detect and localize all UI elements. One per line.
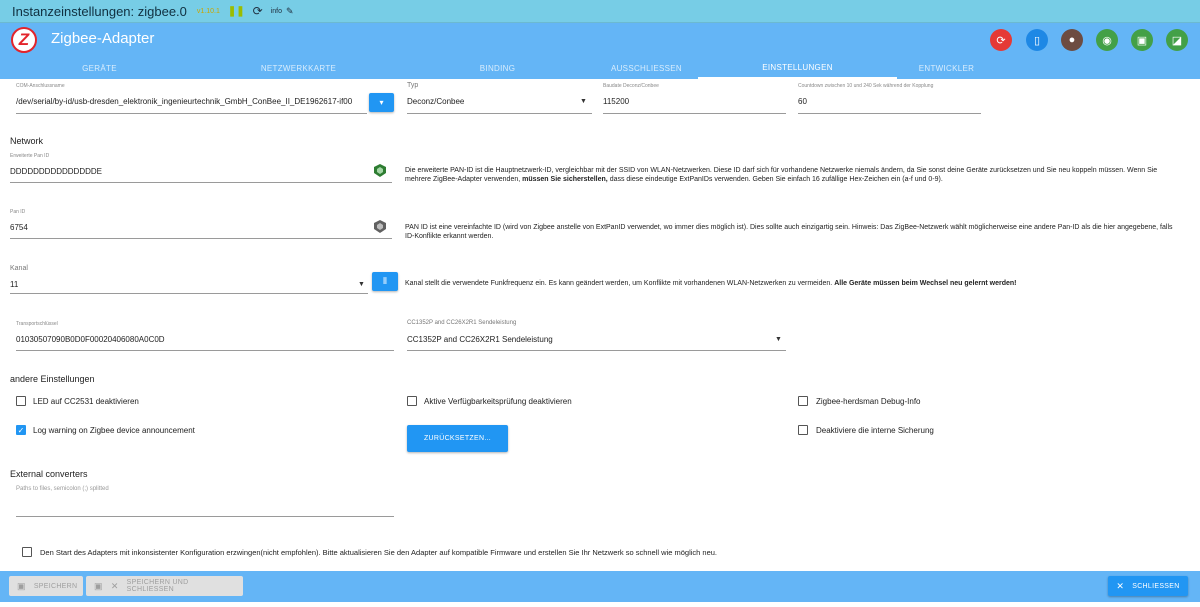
channel-label: Kanal — [10, 265, 28, 272]
power-select[interactable]: CC1352P and CC26X2R1 Sendeleistung — [407, 335, 553, 344]
edit-icon[interactable]: ✎ — [286, 6, 294, 17]
reload-icon[interactable]: ⟳ — [253, 4, 263, 18]
channel-description: Kanal stellt die verwendete Funkfrequenz… — [405, 280, 1017, 287]
phone-icon[interactable]: ▯ — [1026, 29, 1048, 51]
backup-checkbox-label: Deaktiviere die interne Sicherung — [816, 426, 934, 435]
com-select-button[interactable]: ▾ — [369, 93, 394, 112]
other-settings-heading: andere Einstellungen — [10, 374, 95, 384]
tab-geraete[interactable]: GERÄTE — [0, 58, 199, 79]
close-button[interactable]: ✕ SCHLIESSEN — [1108, 576, 1188, 596]
transport-key-label: Transportschlüssel — [16, 321, 58, 327]
led-checkbox[interactable] — [16, 396, 26, 406]
channel-select[interactable]: 11 — [10, 280, 18, 289]
network-heading: Network — [10, 136, 44, 146]
app-bar — [0, 23, 1200, 58]
led-checkbox-label: LED auf CC2531 deaktivieren — [33, 397, 139, 406]
pan-description: PAN ID ist eine vereinfachte ID (wird vo… — [405, 224, 1173, 240]
force-start-label: Den Start des Adapters mit inkonsistente… — [40, 548, 718, 557]
floppy-icon: ▣ — [94, 580, 103, 591]
signal-icon[interactable]: ◪ — [1166, 29, 1188, 51]
pause-icon[interactable]: ❚❚ — [228, 6, 245, 17]
reset-button[interactable]: ZURÜCKSETZEN... — [407, 425, 508, 452]
availability-checkbox-label: Aktive Verfügbarkeitsprüfung deaktiviere… — [424, 397, 572, 406]
tab-entwickler[interactable]: ENTWICKLER — [847, 58, 1046, 79]
availability-checkbox[interactable] — [407, 396, 417, 406]
save-and-close-button[interactable]: ▣ ✕ SPEICHERN UND SCHLIESSEN — [86, 576, 243, 596]
wifi-icon[interactable]: ◉ — [1096, 29, 1118, 51]
debug-checkbox[interactable] — [798, 396, 808, 406]
zigbee-logo: Z — [11, 27, 37, 53]
log-level-label[interactable]: info — [271, 8, 282, 15]
ext-pan-input[interactable]: DDDDDDDDDDDDDDDE — [10, 167, 102, 176]
close-icon: ✕ — [1116, 580, 1125, 591]
cookie-icon[interactable]: ● — [1061, 29, 1083, 51]
baud-label: Baudate Deconz/Conbee — [603, 83, 659, 89]
pan-input[interactable]: 6754 — [10, 223, 28, 232]
force-start-checkbox[interactable] — [22, 547, 32, 557]
baud-input[interactable]: 115200 — [603, 97, 629, 106]
chevron-down-icon[interactable]: ▼ — [580, 98, 587, 105]
debug-checkbox-label: Zigbee-herdsman Debug-Info — [816, 397, 921, 406]
chevron-down-icon[interactable]: ▼ — [775, 336, 782, 343]
tab-bar: GERÄTE NETZWERKKARTE BINDING AUSSCHLIESS… — [0, 58, 1200, 79]
settings-panel: COM-Anschlussname /dev/serial/by-id/usb-… — [0, 79, 1200, 571]
typ-select[interactable]: Deconz/Conbee — [407, 97, 464, 106]
ext-pan-description: Die erweiterte PAN-ID ist die Hauptnetzw… — [405, 167, 1158, 183]
backup-checkbox[interactable] — [798, 425, 808, 435]
logwarn-checkbox[interactable]: ✓ — [16, 425, 26, 435]
app-name: Zigbee-Adapter — [51, 30, 155, 47]
scan-channel-button[interactable]: ⦀ — [372, 272, 398, 291]
close-icon: ✕ — [110, 580, 119, 591]
save-button[interactable]: ▣ SPEICHERN — [9, 576, 83, 596]
transport-key-input[interactable]: 01030507090B0D0F00020406080A0C0D — [16, 335, 165, 344]
external-converters-heading: External converters — [10, 469, 88, 479]
version-label: v1.10.1 — [196, 7, 220, 15]
typ-label: Typ — [407, 82, 419, 89]
power-label: CC1352P and CC26X2R1 Sendeleistung — [407, 320, 517, 326]
countdown-label: Countdown zwischen 10 und 240 Sek währen… — [798, 83, 934, 89]
refresh-icon[interactable]: ⟳ — [990, 29, 1012, 51]
external-converters-input[interactable]: Paths to files, semicolon (;) splitted — [16, 486, 109, 492]
tab-netzwerkkarte[interactable]: NETZWERKKARTE — [199, 58, 398, 79]
ext-pan-label: Erweiterte Pan ID — [10, 153, 50, 159]
com-input[interactable]: /dev/serial/by-id/usb-dresden_elektronik… — [16, 97, 352, 106]
shield-icon[interactable] — [374, 220, 386, 233]
chip-icon[interactable]: ▣ — [1131, 29, 1153, 51]
countdown-input[interactable]: 60 — [798, 97, 807, 106]
logwarn-checkbox-label: Log warning on Zigbee device announcemen… — [33, 426, 195, 435]
window-titlebar: Instanzeinstellungen: zigbee.0 v1.10.1 ❚… — [0, 0, 1200, 23]
chevron-down-icon[interactable]: ▼ — [358, 281, 365, 288]
window-title: Instanzeinstellungen: zigbee.0 — [12, 3, 187, 19]
pan-label: Pan ID — [10, 209, 26, 215]
com-label: COM-Anschlussname — [16, 83, 65, 89]
floppy-icon: ▣ — [17, 580, 26, 591]
shield-icon[interactable] — [374, 164, 386, 177]
